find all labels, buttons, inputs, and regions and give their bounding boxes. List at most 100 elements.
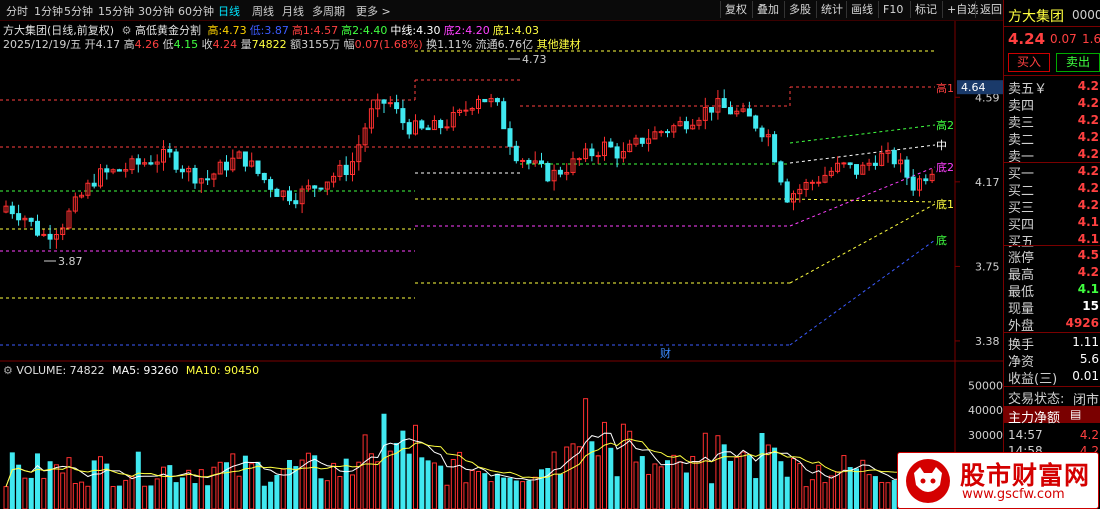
period-tab-0[interactable]: 分时 bbox=[6, 3, 28, 19]
volume-bar bbox=[734, 456, 740, 509]
period-tab-8[interactable]: 月线 bbox=[282, 3, 304, 19]
volume-header: ⚙ VOLUME: 74822 MA5: 93260 MA10: 90450 bbox=[3, 364, 259, 377]
level-line-base-c bbox=[789, 203, 936, 284]
volume-settings-icon[interactable]: ⚙ bbox=[3, 364, 13, 377]
volume-bar bbox=[142, 485, 148, 509]
volume-bar bbox=[822, 482, 828, 509]
volume-bar bbox=[186, 469, 192, 509]
volume-bar bbox=[482, 473, 488, 509]
volume-bar bbox=[375, 461, 381, 509]
volume-bar bbox=[791, 457, 796, 509]
volume-bar bbox=[356, 461, 362, 509]
toolbar-button-4[interactable]: 画线 bbox=[846, 1, 877, 18]
volume-bar bbox=[400, 430, 406, 509]
toolbar-button-1[interactable]: 叠加 bbox=[752, 1, 783, 18]
volume-axis-label-2: 30000 bbox=[968, 429, 1003, 442]
volume-bar bbox=[249, 463, 255, 509]
toolbar-button-0[interactable]: 复权 bbox=[720, 1, 751, 18]
volume-bar bbox=[438, 465, 444, 509]
volume-bar bbox=[148, 485, 154, 509]
candle-body bbox=[809, 181, 815, 184]
volume-bar bbox=[658, 466, 664, 509]
volume-bar bbox=[772, 447, 778, 509]
level-line-mid-b bbox=[789, 144, 936, 164]
level-label-4: 底1 bbox=[936, 197, 954, 211]
volume-bar bbox=[161, 466, 166, 509]
candle-body bbox=[614, 146, 620, 159]
period-tab-4[interactable]: 30分钟 bbox=[138, 3, 174, 19]
candle-body bbox=[173, 151, 179, 170]
volume-bar bbox=[872, 476, 878, 509]
candle-body bbox=[854, 164, 859, 175]
candle-body bbox=[135, 158, 141, 165]
period-toolbar: 分时 1分钟 5分钟 15分钟 30分钟 60分钟 日线 周线 月线 多周期 更多 > 复权 叠加 多股统… bbox=[0, 0, 1100, 21]
volume-bar bbox=[835, 471, 841, 509]
volume-bar bbox=[444, 484, 450, 509]
ma5-line bbox=[5, 432, 933, 487]
candle-body bbox=[318, 187, 324, 190]
volume-bar bbox=[702, 432, 708, 509]
period-tab-6[interactable]: 日线 bbox=[218, 3, 240, 19]
candle-body bbox=[35, 220, 40, 236]
toolbar-button-5[interactable]: F10 bbox=[878, 1, 907, 18]
candle-body bbox=[872, 162, 878, 166]
period-tab-5[interactable]: 60分钟 bbox=[178, 3, 214, 19]
period-tab-10[interactable]: 更多 > bbox=[356, 3, 391, 19]
volume-bar bbox=[879, 481, 885, 509]
candle-body bbox=[545, 162, 551, 182]
candle-body bbox=[639, 137, 645, 144]
high-marker: 4.73 bbox=[522, 53, 547, 66]
order-book-value-2: 4.2 bbox=[1077, 113, 1099, 127]
volume-bar bbox=[860, 459, 866, 509]
candle-body bbox=[274, 188, 280, 197]
toolbar-button-2[interactable]: 多股 bbox=[784, 1, 815, 18]
sell-button[interactable]: 卖出 bbox=[1056, 53, 1100, 72]
finance-marker[interactable]: 财 bbox=[660, 346, 671, 360]
ma10-value: 90450 bbox=[224, 364, 260, 377]
volume-bar bbox=[431, 462, 437, 509]
period-tab-9[interactable]: 多周期 bbox=[312, 3, 345, 19]
candle-body bbox=[400, 108, 406, 124]
toolbar-button-6[interactable]: 标记 bbox=[910, 1, 941, 18]
candle-body bbox=[923, 178, 929, 182]
candle-body bbox=[658, 131, 664, 134]
candle-body bbox=[709, 107, 715, 113]
candle-body bbox=[513, 145, 519, 162]
toolbar-button-8[interactable]: 返回 bbox=[975, 1, 1006, 18]
candle-body bbox=[665, 131, 670, 134]
candle-body bbox=[759, 127, 765, 138]
volume-bar bbox=[318, 478, 324, 509]
volume-bar bbox=[809, 479, 815, 509]
candle-body bbox=[482, 98, 488, 103]
period-tab-3[interactable]: 15分钟 bbox=[98, 3, 134, 19]
price-axis-label-1: 4.17 bbox=[975, 176, 1000, 189]
volume-bar bbox=[570, 443, 576, 509]
tick-price-0: 4.2 bbox=[1079, 428, 1099, 442]
volume-bar bbox=[343, 458, 349, 509]
stock-code: 00005 bbox=[1072, 8, 1100, 22]
volume-bar bbox=[312, 455, 318, 509]
period-tab-1[interactable]: 1分钟 bbox=[34, 3, 63, 19]
table-icon[interactable]: ▤ bbox=[1070, 407, 1081, 421]
candle-body bbox=[784, 181, 790, 203]
candle-body bbox=[501, 101, 507, 130]
stat2-label-2: 收益(三) bbox=[1008, 372, 1058, 387]
period-tab-7[interactable]: 周线 bbox=[252, 3, 274, 19]
volume-bar bbox=[261, 485, 267, 509]
order-book-value-3: 4.2 bbox=[1077, 130, 1099, 144]
candle-body bbox=[47, 233, 53, 240]
quote-panel: 方大集团 00005 4.24 0.07 1.6 买入 卖出 卖五￥4.2卖四4… bbox=[1003, 0, 1100, 509]
kline-chart[interactable]: 4.594.173.753.384.64高1高2中底2底1底4.733.87财5… bbox=[0, 21, 1003, 509]
toolbar-button-3[interactable]: 统计 bbox=[816, 1, 847, 18]
price-change: 0.07 bbox=[1050, 32, 1077, 46]
volume-bar bbox=[85, 485, 91, 509]
volume-bar bbox=[885, 482, 891, 509]
volume-bar bbox=[255, 461, 261, 509]
volume-bar bbox=[476, 470, 481, 509]
candle-body bbox=[904, 159, 910, 178]
period-tab-2[interactable]: 5分钟 bbox=[64, 3, 93, 19]
logo-url: www.gscfw.com bbox=[962, 487, 1065, 502]
volume-bar bbox=[205, 485, 211, 509]
volume-bar bbox=[22, 477, 28, 509]
buy-button[interactable]: 买入 bbox=[1008, 53, 1050, 72]
